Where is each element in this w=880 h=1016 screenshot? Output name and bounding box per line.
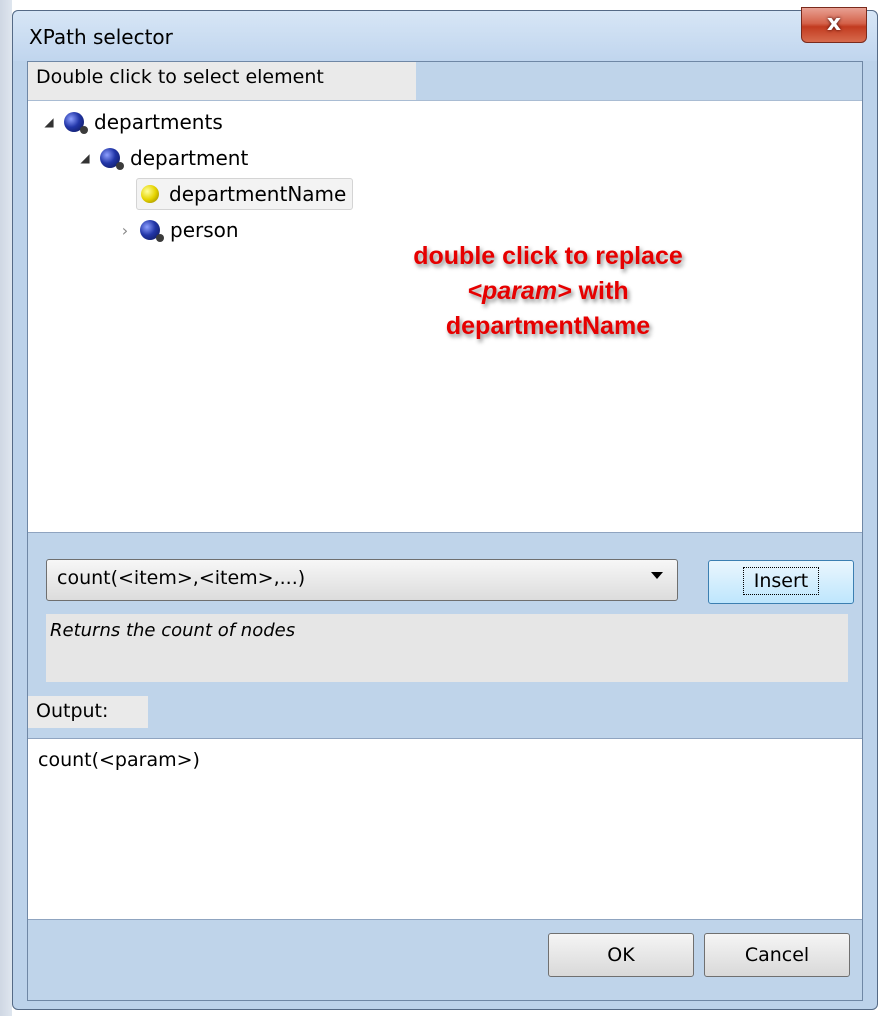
function-dropdown-value: count(<item>,<item>,...) [57, 567, 306, 589]
expanded-arrow-icon[interactable]: ◢ [42, 115, 56, 129]
element-tree[interactable]: ◢ departments ◢ department departmentNam… [28, 100, 862, 533]
annotation-line2: <param> with [394, 274, 702, 309]
attribute-icon [141, 185, 159, 203]
tree-node-departmentname[interactable]: departmentName [136, 178, 354, 210]
tree-node-label: departmentName [169, 182, 347, 206]
ok-button[interactable]: OK [548, 933, 694, 977]
dropdown-arrow-icon[interactable] [651, 572, 663, 579]
close-icon: x [826, 11, 842, 36]
annotation-param: <param> [467, 277, 572, 305]
tree-node-label: departments [94, 110, 223, 134]
window-title: XPath selector [29, 25, 173, 49]
element-icon [100, 148, 124, 170]
insert-button-label: Insert [742, 567, 820, 595]
dialog-client-area: Double click to select element ◢ departm… [27, 61, 863, 1001]
output-textarea[interactable]: count(<param>) [28, 738, 862, 920]
tree-node-department[interactable]: ◢ department [78, 143, 248, 173]
tree-node-departments[interactable]: ◢ departments [42, 107, 223, 137]
element-icon [140, 220, 164, 242]
close-button[interactable]: x [801, 7, 867, 43]
selected-highlight[interactable]: departmentName [136, 178, 354, 210]
tree-node-person[interactable]: › person [118, 215, 239, 245]
function-description: Returns the count of nodes [46, 614, 848, 682]
insert-button[interactable]: Insert [708, 560, 854, 604]
tree-caption: Double click to select element [28, 62, 416, 100]
cancel-button[interactable]: Cancel [704, 933, 850, 977]
annotation-line3: departmentName [445, 312, 651, 340]
title-bar: XPath selector x [13, 7, 877, 61]
function-dropdown[interactable]: count(<item>,<item>,...) [46, 559, 678, 601]
annotation-callout: double click to replace <param> with dep… [394, 239, 702, 344]
collapsed-arrow-icon[interactable]: › [118, 221, 132, 240]
xpath-selector-dialog: XPath selector x Double click to select … [12, 7, 878, 1010]
tree-node-label: department [130, 146, 249, 170]
expanded-arrow-icon[interactable]: ◢ [78, 151, 92, 165]
annotation-with: with [571, 277, 629, 305]
annotation-line1: double click to replace [413, 242, 683, 270]
desktop-background [0, 0, 12, 1016]
output-caption: Output: [28, 696, 148, 728]
element-icon [64, 112, 88, 134]
tree-node-label: person [170, 218, 239, 242]
